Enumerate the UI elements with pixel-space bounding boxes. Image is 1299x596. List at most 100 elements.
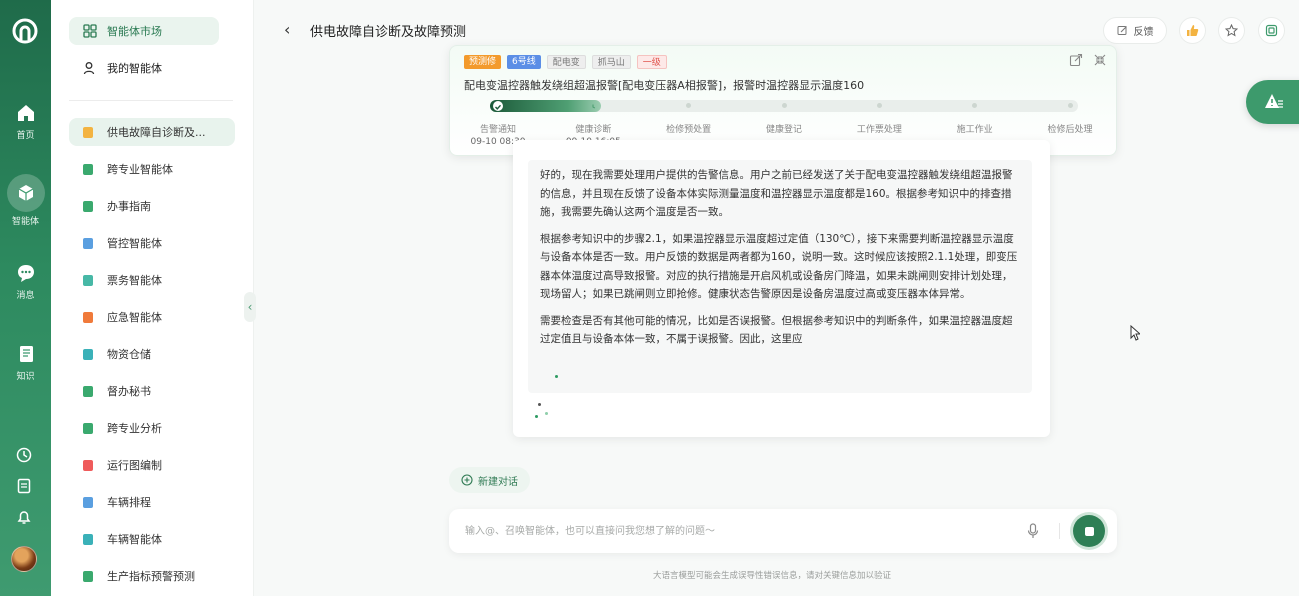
reasoning-paragraph: 需要检查是否有其他可能的情况，比如是否误报警。但根据参考知识中的判断条件，如果温… bbox=[540, 314, 1013, 346]
sidebar-item-market[interactable]: 智能体市场 bbox=[69, 17, 219, 45]
sidebar-agent-label: 供电故障自诊断及... bbox=[107, 126, 206, 139]
warning-triangle-icon bbox=[1265, 94, 1283, 108]
share-icon[interactable] bbox=[1069, 53, 1083, 67]
tag-line: 6号线 bbox=[507, 55, 541, 69]
sidebar-agent-label: 管控智能体 bbox=[107, 237, 162, 250]
sidebar-item-mine[interactable]: 我的智能体 bbox=[69, 54, 219, 82]
star-icon bbox=[1225, 24, 1238, 37]
edit-icon bbox=[1117, 26, 1127, 35]
progress-track bbox=[490, 100, 1078, 112]
collapse-sidebar-button[interactable]: ‹ bbox=[244, 292, 256, 322]
step-label: 检修后处理 bbox=[1047, 125, 1093, 135]
layout-panel-icon bbox=[1265, 24, 1278, 37]
bell-icon[interactable] bbox=[15, 508, 33, 526]
sidebar-agent-label: 车辆排程 bbox=[107, 496, 151, 509]
sidebar-agent-item[interactable]: 办事指南 bbox=[69, 192, 235, 220]
progress-step[interactable]: 健康登记 bbox=[766, 122, 802, 135]
rail-label-home: 首页 bbox=[16, 131, 35, 141]
agent-icon bbox=[83, 311, 93, 323]
progress-step[interactable]: 施工作业 bbox=[957, 122, 993, 135]
progress-step[interactable]: 检修预处置 bbox=[666, 122, 711, 135]
sidebar-agent-label: 车辆智能体 bbox=[107, 533, 162, 546]
like-button[interactable] bbox=[1179, 17, 1206, 44]
sidebar-agent-item[interactable]: 物资仓储 bbox=[69, 340, 235, 368]
history-icon[interactable] bbox=[15, 446, 33, 464]
tag-level: 一级 bbox=[636, 55, 667, 69]
progress-step[interactable]: 检修后处理 bbox=[1047, 122, 1092, 135]
sidebar-agent-item[interactable]: 督办秘书 bbox=[69, 377, 235, 405]
rail-item-knowledge[interactable]: 知识 bbox=[0, 343, 51, 382]
page-title: 供电故障自诊断及故障预测 bbox=[310, 25, 467, 40]
microphone-icon[interactable] bbox=[1027, 523, 1039, 539]
sidebar-agent-label: 生产指标预警预测 bbox=[107, 570, 195, 583]
rail-item-home[interactable]: 首页 bbox=[0, 102, 51, 141]
loading-dot bbox=[535, 415, 538, 418]
step-label: 健康登记 bbox=[765, 125, 803, 135]
rail-label-knowledge: 知识 bbox=[16, 372, 35, 382]
alert-warning-float-button[interactable] bbox=[1246, 80, 1299, 124]
sidebar-agent-item[interactable]: 管控智能体 bbox=[69, 229, 235, 257]
new-chat-button[interactable]: 新建对话 bbox=[449, 467, 530, 493]
answer-card: 好的，现在我需要处理用户提供的告警信息。用户之前已经发送了关于配电变温控器触发绕… bbox=[513, 140, 1050, 437]
step-label: 告警通知 bbox=[479, 125, 517, 135]
chat-input[interactable] bbox=[465, 521, 1005, 541]
back-icon[interactable]: ‹ bbox=[284, 20, 290, 39]
progress-node-todo bbox=[1067, 103, 1073, 108]
sidebar-agent-label: 督办秘书 bbox=[107, 385, 151, 398]
step-label: 健康诊断 bbox=[575, 125, 612, 135]
rail-label-agent: 智能体 bbox=[11, 217, 39, 227]
sidebar-agent-item[interactable]: 车辆排程 bbox=[69, 488, 235, 516]
sidebar-agent-item[interactable]: 生产指标预警预测 bbox=[69, 562, 235, 590]
agent-icon bbox=[83, 496, 93, 508]
collapse-icon[interactable] bbox=[1093, 53, 1107, 67]
avatar[interactable] bbox=[11, 546, 37, 572]
progress-node-todo bbox=[876, 103, 882, 108]
new-chat-label: 新建对话 bbox=[478, 476, 518, 488]
sidebar-agent-label: 票务智能体 bbox=[107, 274, 162, 287]
rail-active-highlight bbox=[6, 174, 45, 212]
progress-step[interactable]: 工作票处理 bbox=[857, 122, 902, 135]
favorite-button[interactable] bbox=[1218, 17, 1245, 44]
thumbs-up-icon bbox=[1187, 25, 1199, 36]
rail-item-agent[interactable]: 智能体 bbox=[0, 174, 51, 227]
sidebar-agent-item[interactable]: 跨专业智能体 bbox=[69, 155, 235, 183]
step-label: 检修预处置 bbox=[666, 125, 712, 135]
stop-icon bbox=[1084, 526, 1094, 536]
clock-icon bbox=[592, 104, 596, 109]
knowledge-book-icon bbox=[19, 346, 33, 362]
sidebar-agent-label: 跨专业智能体 bbox=[107, 163, 173, 176]
sidebar-agent-label: 运行图编制 bbox=[107, 459, 162, 472]
sidebar-agent-item[interactable]: 车辆智能体 bbox=[69, 525, 235, 553]
left-rail: 首页 智能体 消息 知识 bbox=[0, 0, 51, 596]
plus-circle-icon bbox=[461, 474, 473, 486]
home-icon bbox=[17, 105, 34, 121]
panel-toggle-button[interactable] bbox=[1258, 17, 1285, 44]
rail-label-message: 消息 bbox=[16, 291, 35, 301]
feedback-button[interactable]: 反馈 bbox=[1103, 17, 1167, 44]
agent-icon bbox=[83, 533, 93, 545]
sidebar-agent-item[interactable]: 应急智能体 bbox=[69, 303, 235, 331]
agent-list: 供电故障自诊断及... 跨专业智能体 办事指南管控智能体票务智能体应急智能体物资仓储… bbox=[69, 118, 235, 596]
sidebar-agent-item[interactable]: 运行图编制 bbox=[69, 451, 235, 479]
sidebar-agent-item[interactable]: 跨专业分析 bbox=[69, 414, 235, 442]
stop-generation-button[interactable] bbox=[1073, 515, 1105, 547]
app-logo-icon[interactable] bbox=[10, 16, 40, 46]
message-icon bbox=[17, 265, 34, 282]
step-label: 工作票处理 bbox=[856, 125, 902, 135]
reasoning-paragraph: 好的，现在我需要处理用户提供的告警信息。用户之前已经发送了关于配电变温控器触发绕… bbox=[540, 169, 1013, 218]
sidebar-agent-label: 办事指南 bbox=[107, 200, 151, 213]
agent-icon bbox=[83, 459, 93, 471]
agent-cube-icon bbox=[18, 185, 33, 201]
grid-icon bbox=[83, 24, 97, 38]
sidebar-mine-label: 我的智能体 bbox=[107, 62, 162, 75]
document-icon[interactable] bbox=[15, 477, 33, 495]
sidebar-market-label: 智能体市场 bbox=[107, 25, 162, 38]
sidebar-agent-item[interactable]: 票务智能体 bbox=[69, 266, 235, 294]
mouse-cursor-icon bbox=[1130, 325, 1140, 341]
disclaimer-text: 大语言模型可能会生成误导性错误信息，请对关键信息加以验证 bbox=[653, 571, 892, 581]
input-divider bbox=[1059, 523, 1060, 539]
rail-item-message[interactable]: 消息 bbox=[0, 262, 51, 301]
sidebar-agent-item[interactable]: 供电故障自诊断及... bbox=[69, 118, 235, 146]
user-icon bbox=[83, 62, 95, 75]
feedback-label: 反馈 bbox=[1133, 27, 1154, 38]
